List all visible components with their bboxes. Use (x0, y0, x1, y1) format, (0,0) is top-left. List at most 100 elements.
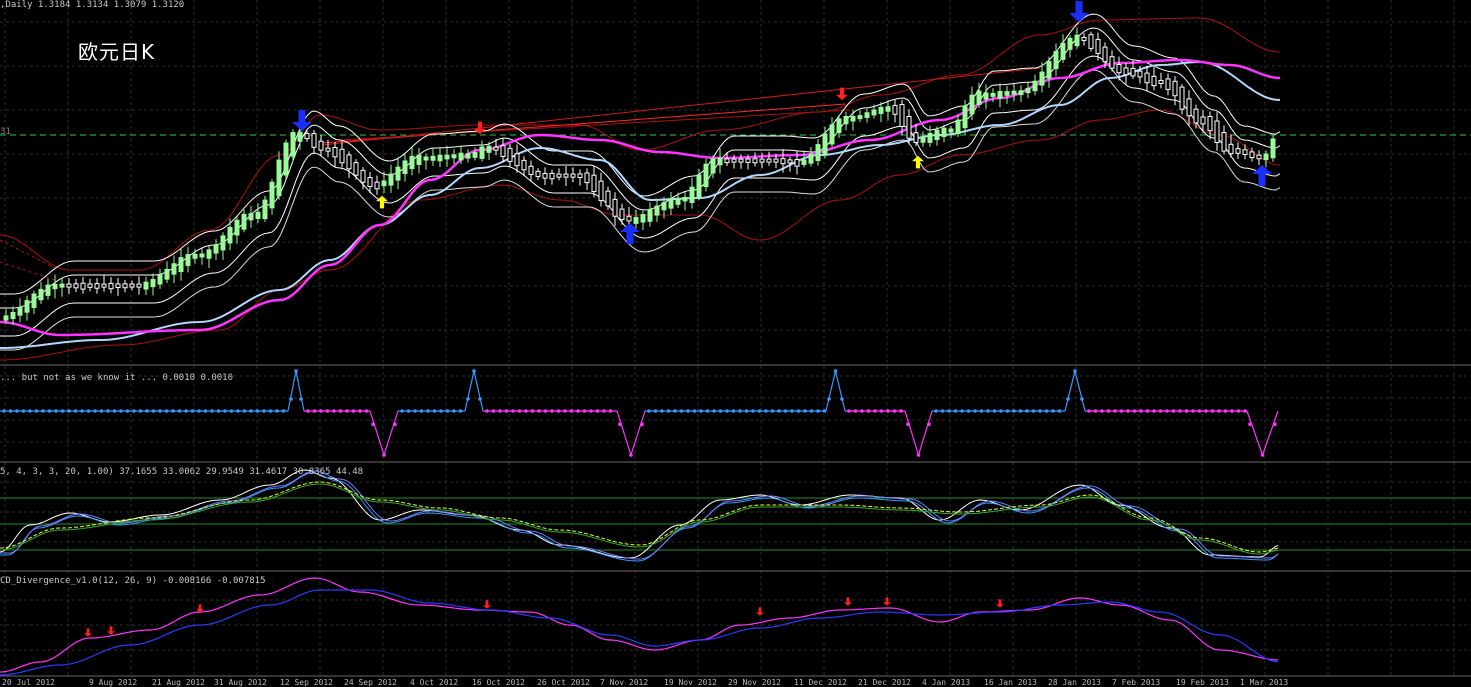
candle-body (234, 219, 240, 236)
candle-body (584, 172, 590, 184)
divergence-arrow (996, 599, 1004, 608)
time-axis-label: 9 Aug 2012 (89, 678, 138, 687)
oscillator-dot (673, 409, 677, 413)
candle-body (766, 158, 772, 163)
candle-body (241, 213, 247, 230)
candle-body (1165, 78, 1171, 90)
oscillator-dot (1236, 409, 1241, 413)
oscillator-dot (151, 409, 156, 413)
candle-body (262, 199, 268, 220)
oscillator-dot (809, 409, 814, 413)
oscillator-dot (275, 409, 279, 413)
oscillator-dot (1119, 409, 1124, 413)
candle-body (661, 201, 667, 211)
candle-body (1025, 87, 1031, 94)
oscillator-dot (1126, 409, 1130, 413)
oscillator-dot (833, 369, 838, 373)
oscillator-dot (873, 409, 877, 413)
oscillator-dot (751, 409, 755, 413)
oscillator-dot (15, 409, 19, 413)
candle-body (843, 115, 849, 125)
stoch-slow2 (0, 483, 1279, 555)
candle-body (1046, 60, 1052, 79)
time-axis-label: 7 Feb 2013 (1112, 678, 1161, 687)
oscillator-dot (478, 397, 482, 401)
candle-body (311, 133, 317, 148)
oscillator-dot (1165, 409, 1169, 413)
candle-body (1151, 75, 1157, 87)
candle-body (206, 249, 212, 259)
oscillator-line (1064, 370, 1076, 412)
candle-body (269, 181, 275, 209)
candle-body (31, 293, 37, 309)
candle-body (654, 205, 660, 216)
time-axis-label: 31 Aug 2012 (214, 678, 267, 687)
time-axis-label: 21 Dec 2012 (858, 678, 911, 687)
candle-body (353, 162, 359, 176)
oscillator-dot (853, 409, 858, 413)
candle-body (612, 198, 618, 217)
candle-body (997, 90, 1003, 99)
indicator3-header: CD_Divergence_v1.0(12, 26, 9) -0.008166 … (0, 576, 266, 586)
candle-body (675, 197, 681, 205)
oscillator-dot (725, 409, 729, 413)
candle-body (703, 163, 709, 188)
oscillator-dot (986, 409, 990, 413)
candle-body (549, 172, 555, 180)
oscillator-dot (608, 409, 613, 413)
oscillator-line (834, 370, 846, 412)
candle-body (689, 186, 695, 203)
oscillator-dot (783, 409, 788, 413)
candle-body (192, 253, 198, 259)
time-axis-label: 11 Dec 2012 (794, 678, 847, 687)
oscillator-dot (602, 409, 606, 413)
candle-body (1039, 71, 1045, 86)
oscillator-dot (73, 409, 78, 413)
candle-body (339, 148, 345, 164)
oscillator-dot (934, 409, 938, 413)
candle-body (479, 146, 485, 159)
candle-body (948, 128, 954, 133)
oscillator-dot (1230, 409, 1234, 413)
oscillator-line (383, 410, 399, 456)
oscillator-dot (640, 422, 644, 427)
candle-body (976, 90, 982, 105)
candle-body (556, 173, 562, 178)
oscillator-dot (268, 409, 273, 413)
time-axis-label: 29 Nov 2012 (728, 678, 781, 687)
oscillator-dot (679, 409, 684, 413)
time-axis-label: 12 Sep 2012 (280, 678, 333, 687)
oscillator-dot (289, 397, 293, 401)
oscillator-line (464, 370, 475, 412)
time-axis-label: 1 Mar 2013 (1240, 678, 1289, 687)
main-chart-header: ,Daily 1.3184 1.3134 1.3079 1.3120 (0, 0, 185, 10)
oscillator-dot (822, 409, 827, 413)
oscillator-dot (1057, 409, 1062, 413)
macd-signal (0, 589, 1279, 676)
candle-body (1032, 80, 1038, 92)
time-axis-label: 16 Jan 2013 (984, 678, 1037, 687)
oscillator-dot (973, 409, 977, 413)
oscillator-dot (550, 409, 554, 413)
price-marker-label: 31 (0, 127, 11, 137)
oscillator-dot (1051, 409, 1055, 413)
oscillator-dot (511, 409, 515, 413)
oscillator-dot (699, 409, 703, 413)
candle-body (633, 217, 639, 224)
oscillator-dot (47, 409, 52, 413)
oscillator-dot (345, 409, 349, 413)
time-axis-label: 4 Oct 2012 (410, 678, 459, 687)
time-axis-label: 7 Nov 2012 (600, 678, 649, 687)
oscillator-dot (899, 409, 903, 413)
oscillator-dot (504, 409, 509, 413)
candle-body (157, 274, 163, 285)
oscillator-dot (358, 409, 362, 413)
candle-body (1053, 51, 1059, 70)
stoch-signal2 (0, 470, 1279, 560)
oscillator-dot (125, 409, 130, 413)
candle-body (444, 154, 450, 160)
oscillator-dot (1139, 409, 1143, 413)
candle-body (164, 268, 170, 280)
candle-body (773, 158, 779, 163)
oscillator-dot (1038, 409, 1042, 413)
